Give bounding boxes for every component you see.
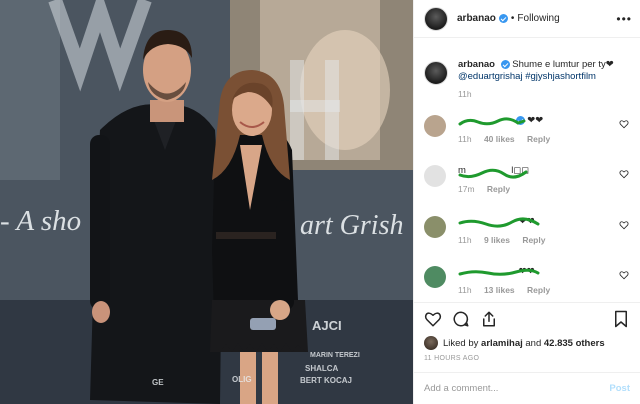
- caption-avatar[interactable]: [424, 61, 448, 85]
- comment-time[interactable]: 17m: [458, 184, 475, 194]
- liked-by-user[interactable]: arlamihaj: [481, 338, 523, 349]
- redaction-scribble: [458, 117, 526, 126]
- comment-meta: 17m Reply: [458, 184, 631, 194]
- comment-item: ❤❤ 11h 9 likes Reply: [424, 216, 631, 256]
- comment-meta: 11h 13 likes Reply: [458, 285, 631, 295]
- credit-3: SHALCA: [305, 364, 339, 373]
- comment-item: ❤❤ 11h 40 likes Reply: [424, 115, 631, 155]
- heart-icon[interactable]: [619, 220, 629, 230]
- credit-5: BERT KOCAJ: [300, 376, 353, 385]
- heart-icon[interactable]: [619, 169, 629, 179]
- heart-icon[interactable]: [619, 270, 629, 280]
- comment-meta: 11h 40 likes Reply: [458, 134, 631, 144]
- backdrop-text-right: art Grish: [300, 210, 404, 241]
- comment-time[interactable]: 11h: [458, 235, 472, 245]
- post-comment-button[interactable]: Post: [609, 383, 630, 394]
- post-actions: Liked by arlamihaj and 42.835 others 11 …: [414, 302, 640, 404]
- comment-item: m l◻◻ 17m Reply: [424, 165, 631, 205]
- comment-time[interactable]: 11h: [458, 134, 472, 144]
- verified-icon: [498, 14, 508, 23]
- liked-by-label: Liked by: [443, 337, 479, 349]
- liker-avatar[interactable]: [424, 336, 438, 350]
- author-username[interactable]: arbanao: [457, 13, 496, 24]
- reply-button[interactable]: Reply: [522, 235, 545, 245]
- caption-time[interactable]: 11h: [458, 89, 472, 99]
- comment-meta: 11h 9 likes Reply: [458, 235, 631, 245]
- post-caption: arbanao Shume e lumtur per ty❤ @eduartgr…: [424, 59, 629, 99]
- comment-item: ❤❤ 11h 13 likes Reply: [424, 266, 631, 302]
- credit-6: GE: [152, 378, 164, 387]
- comment-text: ❤❤: [458, 266, 631, 278]
- commenter-avatar[interactable]: [424, 216, 446, 238]
- reply-button[interactable]: Reply: [527, 134, 550, 144]
- commenter-avatar[interactable]: [424, 115, 446, 137]
- post-header: arbanao • Following •••: [414, 0, 640, 38]
- separator-dot: •: [510, 13, 515, 24]
- reply-button[interactable]: Reply: [527, 285, 550, 295]
- backdrop-text-left: - A sho: [0, 205, 82, 237]
- comment-likes[interactable]: 9 likes: [484, 235, 510, 245]
- commenter-avatar[interactable]: [424, 266, 446, 288]
- comment-input[interactable]: [424, 383, 610, 394]
- credit-4: OLIG: [232, 375, 252, 384]
- add-comment-bar: Post: [414, 372, 640, 404]
- mention-link[interactable]: @eduartgrishaj: [458, 71, 523, 82]
- comment-text: m l◻◻: [458, 165, 631, 179]
- verified-icon: [500, 59, 510, 69]
- comment-likes[interactable]: 40 likes: [484, 134, 515, 144]
- comment-text: ❤❤: [458, 216, 631, 228]
- follow-status-button[interactable]: Following: [517, 13, 559, 24]
- commenter-avatar[interactable]: [424, 165, 446, 187]
- caption-text: arbanao Shume e lumtur per ty❤ @eduartgr…: [458, 59, 629, 83]
- action-icons: [414, 303, 640, 335]
- liked-and-label: and: [525, 337, 542, 349]
- credit-2: MARIN TEREZI: [310, 352, 360, 359]
- redaction-scribble: [458, 217, 540, 228]
- like-heart-icon[interactable]: [424, 310, 442, 328]
- comments-list[interactable]: arbanao Shume e lumtur per ty❤ @eduartgr…: [414, 40, 640, 302]
- comment-text: ❤❤: [458, 115, 631, 127]
- comment-body: ❤❤: [527, 115, 544, 126]
- reply-button[interactable]: Reply: [487, 184, 510, 194]
- caption-body: Shume e lumtur per ty❤: [512, 59, 614, 70]
- post-timestamp[interactable]: 11 HOURS AGO: [414, 351, 640, 367]
- author-avatar[interactable]: [424, 6, 448, 31]
- comment-time[interactable]: 11h: [458, 285, 472, 295]
- likes-summary: Liked by arlamihaj and 42.835 others: [414, 335, 640, 351]
- bookmark-icon[interactable]: [612, 310, 630, 328]
- more-icon[interactable]: •••: [616, 13, 632, 25]
- credit-1: AJCI: [312, 318, 342, 333]
- heart-icon[interactable]: [619, 119, 629, 129]
- post-sidebar: arbanao • Following ••• arbanao Shume e …: [413, 0, 640, 404]
- hashtag-link[interactable]: #gjyshjashortfilm: [525, 71, 596, 82]
- redaction-scribble: [458, 168, 528, 179]
- photo-scene: [0, 0, 413, 404]
- redaction-scribble: [458, 268, 540, 276]
- comment-likes[interactable]: 13 likes: [484, 285, 515, 295]
- caption-meta: 11h: [458, 89, 629, 99]
- share-icon[interactable]: [480, 310, 498, 328]
- caption-username[interactable]: arbanao: [458, 59, 495, 70]
- likes-count[interactable]: 42.835 others: [544, 338, 605, 349]
- post-photo[interactable]: - A sho art Grish AJCI MARIN TEREZI SHAL…: [0, 0, 413, 404]
- comment-icon[interactable]: [452, 310, 470, 328]
